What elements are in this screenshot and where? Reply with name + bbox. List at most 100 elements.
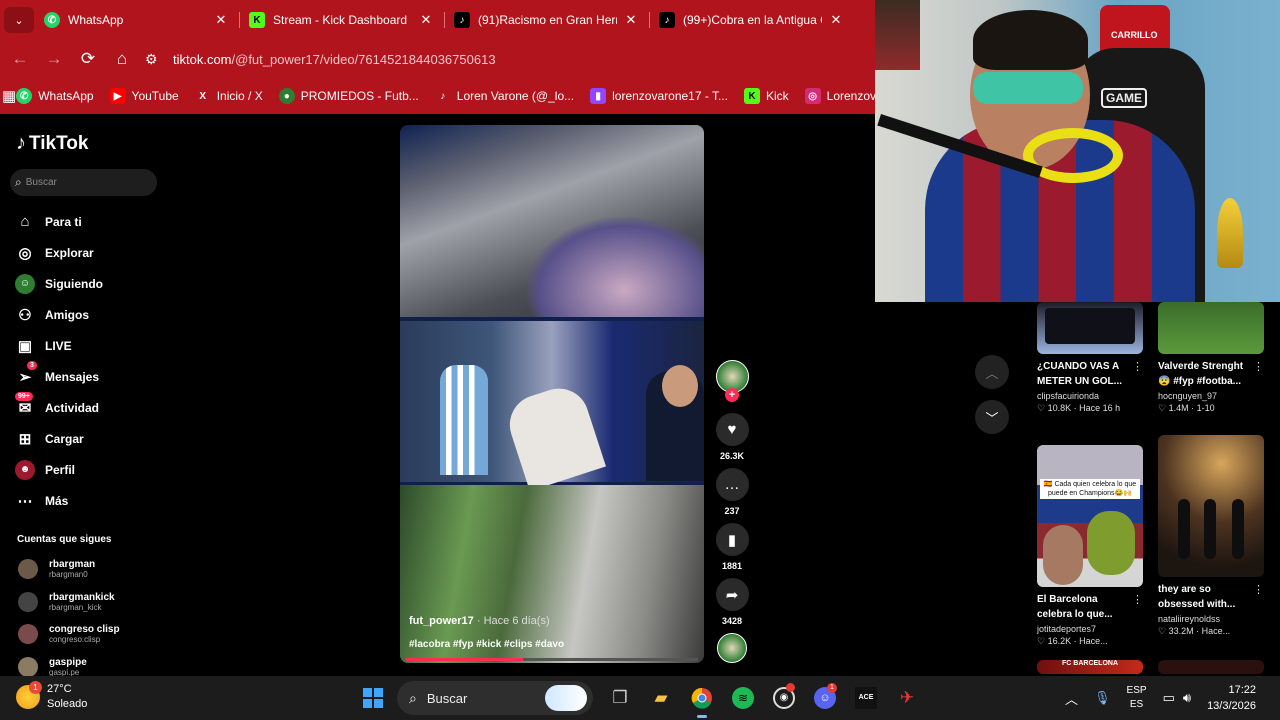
save-button[interactable]: ▮ 1881 bbox=[713, 523, 751, 571]
bookmark-twitch[interactable]: ▮ lorenzovarone17 - T... bbox=[590, 88, 728, 104]
show-hidden-icons[interactable]: ︿ bbox=[1065, 689, 1078, 708]
taskbar-search[interactable]: ⌕ Buscar bbox=[397, 681, 593, 715]
bookmark-promiedos[interactable]: ● PROMIEDOS - Futb... bbox=[278, 88, 419, 104]
bookmark-loren-tiktok[interactable]: ♪ Loren Varone (@_lo... bbox=[435, 88, 574, 104]
account-handle: rbargman_kick bbox=[49, 603, 102, 612]
streaming-app-icon[interactable]: ACE bbox=[849, 681, 883, 715]
home-button[interactable]: ⌂ bbox=[105, 42, 139, 76]
bookmark-x[interactable]: X Inicio / X bbox=[195, 88, 262, 104]
avatar bbox=[18, 559, 38, 579]
language-indicator[interactable]: ESP ES bbox=[1127, 684, 1147, 712]
more-options-icon[interactable]: ⋮ bbox=[1132, 593, 1143, 606]
task-view-icon[interactable]: ❐ bbox=[603, 681, 637, 715]
discord-icon[interactable]: ☺ 1 bbox=[808, 681, 842, 715]
sidebar-item-perfil[interactable]: ☻ Perfil bbox=[15, 454, 103, 485]
red-app-icon[interactable]: ✈ bbox=[890, 681, 924, 715]
recommended-card[interactable] bbox=[1158, 660, 1264, 674]
thumbnail-caption: 🇪🇸 Cada quien celebra lo que puede en Ch… bbox=[1040, 479, 1140, 499]
url-domain: tiktok.com bbox=[173, 51, 232, 67]
sound-avatar-button[interactable] bbox=[713, 633, 751, 663]
more-options-icon[interactable]: ⋮ bbox=[1132, 360, 1143, 373]
tab-tiktok-racismo[interactable]: ♪ (91)Racismo en Gran Herma ✕ bbox=[444, 0, 649, 40]
like-button[interactable]: ♥ 26.3K bbox=[713, 413, 751, 461]
tab-search-button[interactable]: ⌄ bbox=[4, 7, 34, 33]
obs-icon[interactable]: ◉ bbox=[767, 681, 801, 715]
video-player[interactable]: fut_power17 · Hace 6 día(s) #lacobra #fy… bbox=[400, 125, 704, 663]
search-input[interactable]: ⌕ Buscar bbox=[10, 169, 157, 196]
sidebar-item-mensajes[interactable]: ➢ 3 Mensajes bbox=[15, 361, 103, 392]
volume-icon[interactable]: 🔊︎ bbox=[1183, 690, 1191, 706]
search-icon: ⌕ bbox=[15, 175, 22, 189]
recommended-card[interactable]: they are so obsessed with... ⋮ nataliire… bbox=[1158, 435, 1264, 637]
discord-badge: 1 bbox=[827, 683, 837, 693]
bookmark-kick[interactable]: K Kick bbox=[743, 88, 789, 104]
tab-kick-dashboard[interactable]: K Stream - Kick Dashboard ✕ bbox=[239, 0, 444, 40]
start-button[interactable] bbox=[356, 681, 390, 715]
sidebar-item-label: Amigos bbox=[45, 307, 90, 322]
comment-button[interactable]: … 237 bbox=[713, 468, 751, 516]
bookmark-whatsapp[interactable]: ✆ WhatsApp bbox=[16, 88, 94, 104]
follow-plus-icon[interactable]: + bbox=[725, 388, 739, 402]
following-account[interactable]: rbargmankick rbargman_kick bbox=[18, 592, 115, 612]
next-video-button[interactable]: ﹀ bbox=[975, 400, 1009, 434]
back-button[interactable]: ← bbox=[3, 42, 37, 76]
sidebar-item-siguiendo[interactable]: ☺ Siguiendo bbox=[15, 268, 103, 299]
reload-button[interactable]: ⟳ bbox=[71, 42, 105, 76]
more-options-icon[interactable]: ⋮ bbox=[1253, 360, 1264, 373]
tab-whatsapp[interactable]: ✆ WhatsApp ✕ bbox=[34, 0, 239, 40]
file-explorer-icon[interactable]: ▰ bbox=[644, 681, 678, 715]
sidebar-item-mas[interactable]: ⋯ Más bbox=[15, 485, 103, 516]
card-author: clipsfacuirionda bbox=[1037, 391, 1100, 401]
browser-toolbar: ← → ⟳ ⌂ ⚙ tiktok.com/@fut_power17/video/… bbox=[0, 40, 875, 78]
following-account[interactable]: gaspipe gaspi.pe bbox=[18, 657, 87, 677]
account-name: rbargmankick bbox=[49, 592, 115, 603]
card-author: nataliireynoldss bbox=[1158, 614, 1221, 624]
network-icon[interactable]: ▭ bbox=[1163, 690, 1175, 706]
sidebar-item-actividad[interactable]: ✉ 99+ Actividad bbox=[15, 392, 103, 423]
clock-time: 17:22 bbox=[1228, 684, 1256, 696]
comment-icon: … bbox=[715, 468, 749, 501]
more-options-icon[interactable]: ⋮ bbox=[1253, 583, 1264, 596]
clock[interactable]: 17:22 13/3/2026 bbox=[1207, 682, 1256, 714]
sidebar-item-cargar[interactable]: ⊞ Cargar bbox=[15, 423, 103, 454]
search-icon: ⌕ bbox=[409, 689, 417, 706]
recommended-card[interactable]: ¿CUANDO VAS A METER UN GOL... ⋮ clipsfac… bbox=[1037, 302, 1143, 414]
sidebar-item-para-ti[interactable]: ⌂ Para ti bbox=[15, 206, 103, 237]
creator-avatar-button[interactable]: + bbox=[713, 360, 751, 402]
previous-video-button[interactable]: ︿ bbox=[975, 355, 1009, 389]
weather-widget[interactable]: 1 27°C Soleado bbox=[16, 681, 87, 712]
comment-count: 237 bbox=[724, 506, 740, 516]
close-icon[interactable]: ✕ bbox=[828, 12, 844, 28]
following-account[interactable]: rbargman rbargman0 bbox=[18, 559, 95, 579]
whatsapp-icon: ✆ bbox=[44, 12, 60, 28]
taskbar-apps: ⌕ Buscar ❐ ▰ ≋ ◉ ☺ 1 ACE ✈ bbox=[356, 681, 931, 718]
video-progress-bar[interactable] bbox=[406, 658, 698, 661]
video-author[interactable]: fut_power17 · Hace 6 día(s) bbox=[409, 615, 550, 627]
card-author: hocnguyen_97 bbox=[1158, 391, 1218, 401]
close-icon[interactable]: ✕ bbox=[213, 12, 229, 28]
apps-grid-icon[interactable]: ▦ bbox=[2, 87, 16, 105]
tiktok-logo[interactable]: ♪ TikTok bbox=[16, 132, 88, 155]
following-account[interactable]: congreso clisp congreso.clisp bbox=[18, 624, 120, 644]
recommended-card[interactable]: FC BARCELONA bbox=[1037, 660, 1143, 674]
recommended-card[interactable]: 🇪🇸 Cada quien celebra lo que puede en Ch… bbox=[1037, 445, 1143, 647]
tiktok-icon: ♪ bbox=[659, 12, 675, 28]
tab-tiktok-cobra[interactable]: ♪ (99+)Cobra en la Antigua G ✕ bbox=[649, 0, 854, 40]
site-info-icon[interactable]: ⚙ bbox=[145, 51, 173, 68]
share-button[interactable]: ➦ 3428 bbox=[713, 578, 751, 626]
tweet-screenshot bbox=[1045, 308, 1135, 344]
bookmark-youtube[interactable]: ▶ YouTube bbox=[109, 88, 179, 104]
close-icon[interactable]: ✕ bbox=[418, 12, 434, 28]
sidebar-item-live[interactable]: ▣ LIVE bbox=[15, 330, 103, 361]
chrome-icon[interactable] bbox=[685, 681, 719, 718]
close-icon[interactable]: ✕ bbox=[623, 12, 639, 28]
video-hashtags[interactable]: #lacobra #fyp #kick #clips #davo bbox=[409, 639, 564, 650]
sidebar-item-amigos[interactable]: ⚇ Amigos bbox=[15, 299, 103, 330]
recommended-card[interactable]: Valverde Strenght 😨 #fyp #footba... ⋮ ho… bbox=[1158, 302, 1264, 414]
address-bar[interactable]: ⚙ tiktok.com/@fut_power17/video/76145218… bbox=[145, 44, 496, 74]
author-name: fut_power17 bbox=[409, 615, 474, 627]
sidebar-item-explorar[interactable]: ◎ Explorar bbox=[15, 237, 103, 268]
spotify-icon[interactable]: ≋ bbox=[726, 681, 760, 715]
microphone-icon[interactable]: 🎙 bbox=[1094, 690, 1111, 706]
forward-button[interactable]: → bbox=[37, 42, 71, 76]
